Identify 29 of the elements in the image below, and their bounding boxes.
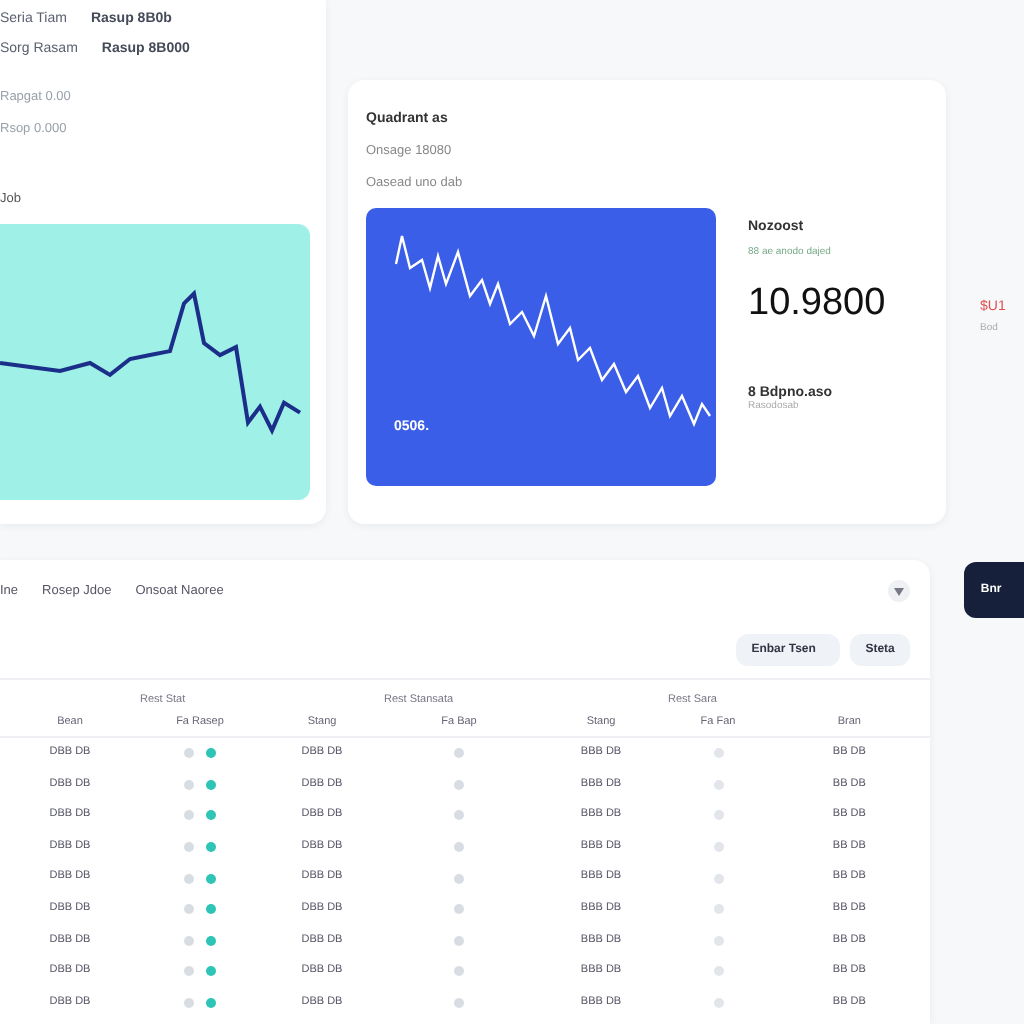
status-dot [184, 998, 194, 1009]
status-dot [454, 966, 464, 977]
status-dot [184, 873, 194, 884]
status-dot [454, 779, 464, 790]
status-dot [454, 904, 464, 915]
filter-icon[interactable] [888, 580, 911, 602]
status-dot [184, 748, 194, 759]
stat-value: 10.9800 [748, 282, 886, 326]
status-dot [184, 810, 194, 821]
status-dot [454, 748, 464, 759]
status-dot [454, 998, 464, 1009]
status-dot [713, 935, 723, 946]
status-dot [713, 810, 723, 821]
status-dot [454, 935, 464, 946]
status-dot [454, 810, 464, 821]
status-dot [184, 966, 194, 977]
status-dot [184, 904, 194, 915]
status-dot [713, 998, 723, 1009]
status-dot [713, 779, 723, 790]
status-dot [184, 842, 194, 853]
status-dot [454, 842, 464, 853]
status-dot [454, 873, 464, 884]
status-dot [713, 966, 723, 977]
status-dot [713, 748, 723, 759]
status-dot [713, 842, 723, 853]
status-dot [184, 779, 194, 790]
status-dot [184, 935, 194, 946]
status-dot [713, 904, 723, 915]
status-dot [713, 873, 723, 884]
